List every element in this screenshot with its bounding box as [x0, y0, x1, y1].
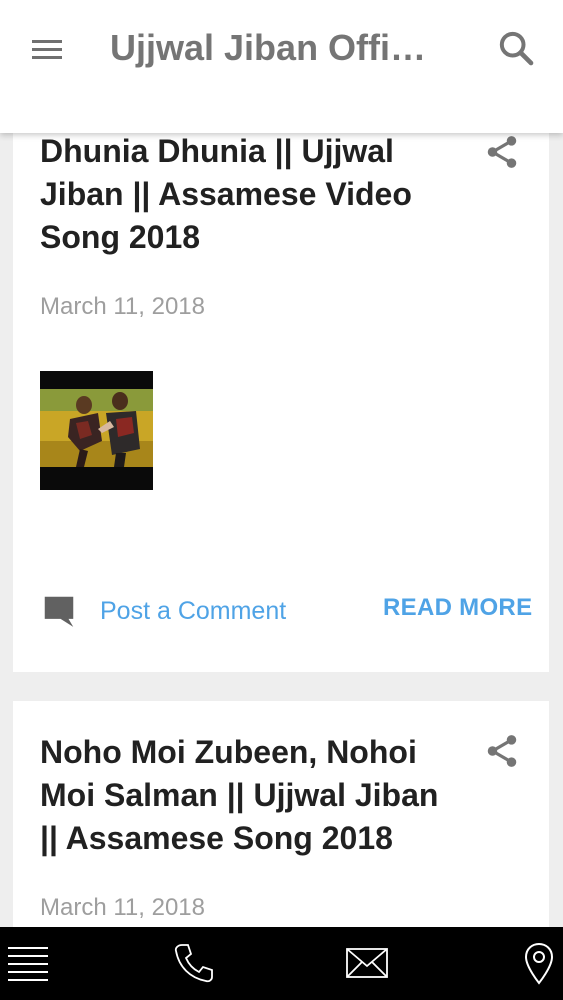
site-title[interactable]: Ujjwal Jiban Offi… [110, 26, 450, 70]
read-more-link[interactable]: READ MORE [383, 593, 532, 623]
bottom-nav-bar [0, 927, 563, 1000]
post-date: March 11, 2018 [40, 293, 205, 320]
search-icon[interactable] [496, 28, 536, 68]
post-title[interactable]: Dhunia Dhunia || Ujjwal Jiban || Assames… [40, 130, 460, 259]
location-pin-icon[interactable] [518, 941, 560, 985]
phone-icon[interactable] [172, 941, 216, 985]
post-card: Dhunia Dhunia || Ujjwal Jiban || Assames… [13, 100, 549, 672]
post-card: Noho Moi Zubeen, Nohoi Moi Salman || Ujj… [13, 701, 549, 961]
post-title[interactable]: Noho Moi Zubeen, Nohoi Moi Salman || Ujj… [40, 731, 460, 860]
app-root: Dhunia Dhunia || Ujjwal Jiban || Assames… [0, 0, 563, 1000]
post-thumbnail[interactable] [40, 371, 153, 490]
post-date: March 11, 2018 [40, 894, 205, 921]
mail-icon[interactable] [344, 941, 390, 985]
post-comment-link[interactable]: Post a Comment [40, 591, 286, 631]
post-comment-label: Post a Comment [100, 596, 287, 625]
share-icon[interactable] [483, 132, 521, 172]
app-header: Ujjwal Jiban Offi… [0, 0, 563, 133]
hamburger-menu-icon[interactable] [28, 34, 68, 66]
share-icon[interactable] [483, 731, 521, 771]
comment-icon [40, 591, 78, 631]
menu-icon[interactable] [6, 941, 50, 985]
